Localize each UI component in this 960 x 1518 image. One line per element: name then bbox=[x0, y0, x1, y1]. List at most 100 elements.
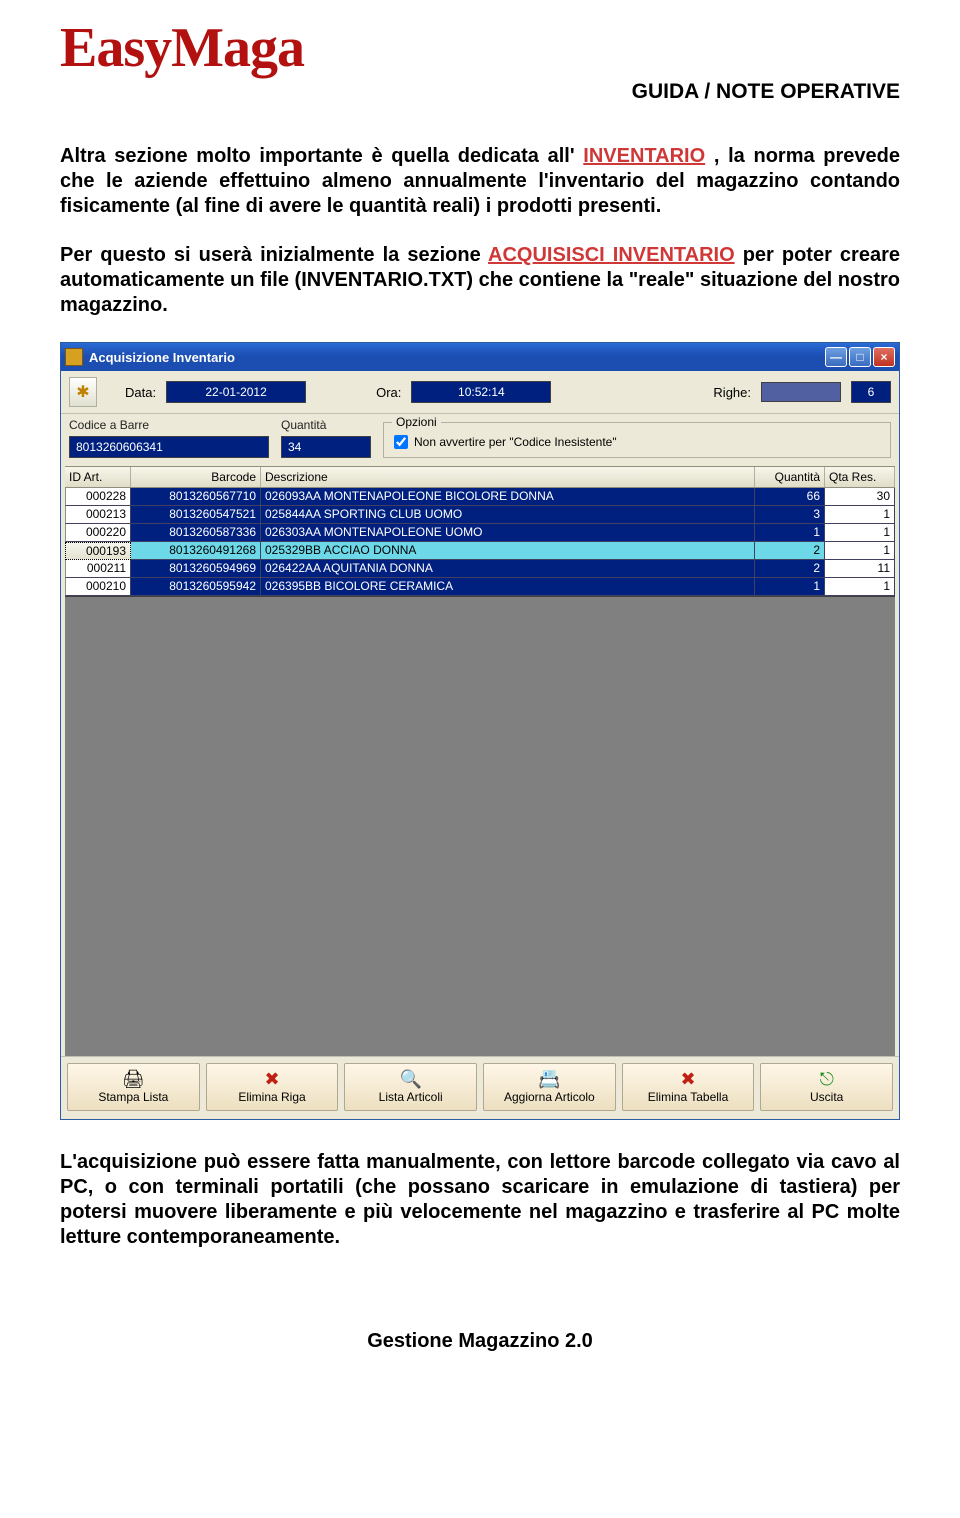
ora-label: Ora: bbox=[376, 385, 401, 400]
cell-id: 000213 bbox=[65, 506, 131, 524]
cell-id: 000210 bbox=[65, 578, 131, 596]
table-row[interactable]: 0002208013260587336026303AA MONTENAPOLEO… bbox=[65, 524, 895, 542]
header-subtitle: GUIDA / NOTE OPERATIVE bbox=[60, 80, 900, 104]
lista-articoli-button[interactable]: 🔍 Lista Articoli bbox=[344, 1063, 477, 1111]
table-row[interactable]: 0001938013260491268025329BB ACCIAO DONNA… bbox=[65, 542, 895, 560]
uscita-label: Uscita bbox=[810, 1090, 843, 1104]
options-checkbox-row[interactable]: Non avvertire per "Codice Inesistente" bbox=[394, 435, 880, 449]
cell-qtares: 1 bbox=[825, 506, 895, 524]
cell-barcode: 8013260587336 bbox=[131, 524, 261, 542]
cell-desc: 026303AA MONTENAPOLEONE UOMO bbox=[261, 524, 755, 542]
elimina-tabella-button[interactable]: ✖ Elimina Tabella bbox=[622, 1063, 755, 1111]
exit-icon: ⎋ bbox=[820, 1070, 834, 1088]
col-header-barcode[interactable]: Barcode bbox=[131, 467, 261, 487]
table-row[interactable]: 0002288013260567710026093AA MONTENAPOLEO… bbox=[65, 488, 895, 506]
bottom-bar: 🖨 Stampa Lista ✖ Elimina Riga 🔍 Lista Ar… bbox=[61, 1056, 899, 1119]
cell-desc: 026395BB BICOLORE CERAMICA bbox=[261, 578, 755, 596]
window-title: Acquisizione Inventario bbox=[89, 350, 825, 365]
options-title: Opzioni bbox=[392, 415, 441, 429]
righe-label: Righe: bbox=[713, 385, 751, 400]
cell-qty: 1 bbox=[755, 524, 825, 542]
logo: EasyMaga bbox=[60, 20, 900, 76]
col-header-qtares[interactable]: Qta Res. bbox=[825, 467, 895, 487]
refresh-icon: 📇 bbox=[538, 1070, 560, 1088]
cell-barcode: 8013260595942 bbox=[131, 578, 261, 596]
search-icon: 🔍 bbox=[399, 1070, 421, 1088]
cell-qtares: 30 bbox=[825, 488, 895, 506]
toolbar-icon[interactable]: ✱ bbox=[69, 377, 97, 407]
cell-qty: 66 bbox=[755, 488, 825, 506]
options-checkbox-label: Non avvertire per "Codice Inesistente" bbox=[414, 435, 617, 449]
delete-table-icon: ✖ bbox=[680, 1070, 695, 1088]
barcode-input[interactable] bbox=[69, 436, 269, 458]
p2-link: ACQUISISCI INVENTARIO bbox=[488, 244, 735, 266]
intro-paragraph-3: L'acquisizione può essere fatta manualme… bbox=[60, 1150, 900, 1250]
lista-articoli-label: Lista Articoli bbox=[379, 1090, 443, 1104]
cell-id: 000211 bbox=[65, 560, 131, 578]
delete-row-icon: ✖ bbox=[264, 1070, 279, 1088]
cell-qtares: 11 bbox=[825, 560, 895, 578]
qty-group: Quantità bbox=[281, 418, 371, 458]
data-label: Data: bbox=[125, 385, 156, 400]
grid-empty-area bbox=[65, 596, 895, 1056]
maximize-button[interactable]: □ bbox=[849, 347, 871, 367]
barcode-label: Codice a Barre bbox=[69, 418, 269, 432]
p1-link: INVENTARIO bbox=[583, 145, 705, 167]
cell-desc: 026422AA AQUITANIA DONNA bbox=[261, 560, 755, 578]
options-checkbox[interactable] bbox=[394, 435, 408, 449]
mid-section: Codice a Barre Quantità Opzioni Non avve… bbox=[61, 414, 899, 466]
qty-label: Quantità bbox=[281, 418, 371, 432]
cell-qty: 3 bbox=[755, 506, 825, 524]
cell-barcode: 8013260547521 bbox=[131, 506, 261, 524]
app-window: Acquisizione Inventario — □ × ✱ Data: 22… bbox=[60, 342, 900, 1120]
uscita-button[interactable]: ⎋ Uscita bbox=[760, 1063, 893, 1111]
cell-id: 000193 bbox=[65, 542, 131, 560]
table-row[interactable]: 0002108013260595942026395BB BICOLORE CER… bbox=[65, 578, 895, 596]
aggiorna-articolo-label: Aggiorna Articolo bbox=[504, 1090, 595, 1104]
righe-blank bbox=[761, 382, 841, 402]
col-header-id[interactable]: ID Art. bbox=[65, 467, 131, 487]
cell-qtares: 1 bbox=[825, 578, 895, 596]
footer: Gestione Magazzino 2.0 bbox=[60, 1330, 900, 1353]
printer-icon: 🖨 bbox=[122, 1070, 145, 1088]
cell-desc: 026093AA MONTENAPOLEONE BICOLORE DONNA bbox=[261, 488, 755, 506]
cell-qty: 2 bbox=[755, 560, 825, 578]
intro-paragraph-1: Altra sezione molto importante è quella … bbox=[60, 144, 900, 219]
ora-value: 10:52:14 bbox=[411, 381, 551, 403]
col-header-qty[interactable]: Quantità bbox=[755, 467, 825, 487]
cell-qtares: 1 bbox=[825, 542, 895, 560]
cell-id: 000220 bbox=[65, 524, 131, 542]
stampa-lista-label: Stampa Lista bbox=[98, 1090, 168, 1104]
aggiorna-articolo-button[interactable]: 📇 Aggiorna Articolo bbox=[483, 1063, 616, 1111]
cell-qtares: 1 bbox=[825, 524, 895, 542]
close-button[interactable]: × bbox=[873, 347, 895, 367]
cell-desc: 025329BB ACCIAO DONNA bbox=[261, 542, 755, 560]
cell-qty: 1 bbox=[755, 578, 825, 596]
table-row[interactable]: 0002118013260594969026422AA AQUITANIA DO… bbox=[65, 560, 895, 578]
elimina-riga-button[interactable]: ✖ Elimina Riga bbox=[206, 1063, 339, 1111]
elimina-riga-label: Elimina Riga bbox=[238, 1090, 305, 1104]
cell-desc: 025844AA SPORTING CLUB UOMO bbox=[261, 506, 755, 524]
intro-paragraph-2: Per questo si userà inizialmente la sezi… bbox=[60, 243, 900, 318]
minimize-button[interactable]: — bbox=[825, 347, 847, 367]
barcode-group: Codice a Barre bbox=[69, 418, 269, 458]
options-frame: Opzioni Non avvertire per "Codice Inesis… bbox=[383, 422, 891, 458]
p1-pre: Altra sezione molto importante è quella … bbox=[60, 145, 583, 167]
table-row[interactable]: 0002138013260547521025844AA SPORTING CLU… bbox=[65, 506, 895, 524]
qty-input[interactable] bbox=[281, 436, 371, 458]
toolbar-row: ✱ Data: 22-01-2012 Ora: 10:52:14 Righe: … bbox=[61, 371, 899, 414]
app-icon bbox=[65, 348, 83, 366]
cell-barcode: 8013260567710 bbox=[131, 488, 261, 506]
titlebar: Acquisizione Inventario — □ × bbox=[61, 343, 899, 371]
col-header-desc[interactable]: Descrizione bbox=[261, 467, 755, 487]
stampa-lista-button[interactable]: 🖨 Stampa Lista bbox=[67, 1063, 200, 1111]
p2-pre: Per questo si userà inizialmente la sezi… bbox=[60, 244, 488, 266]
cell-id: 000228 bbox=[65, 488, 131, 506]
cell-barcode: 8013260491268 bbox=[131, 542, 261, 560]
data-value: 22-01-2012 bbox=[166, 381, 306, 403]
elimina-tabella-label: Elimina Tabella bbox=[648, 1090, 729, 1104]
cell-qty: 2 bbox=[755, 542, 825, 560]
grid: ID Art. Barcode Descrizione Quantità Qta… bbox=[61, 466, 899, 1056]
grid-header: ID Art. Barcode Descrizione Quantità Qta… bbox=[65, 466, 895, 488]
grid-body: 0002288013260567710026093AA MONTENAPOLEO… bbox=[65, 488, 895, 596]
